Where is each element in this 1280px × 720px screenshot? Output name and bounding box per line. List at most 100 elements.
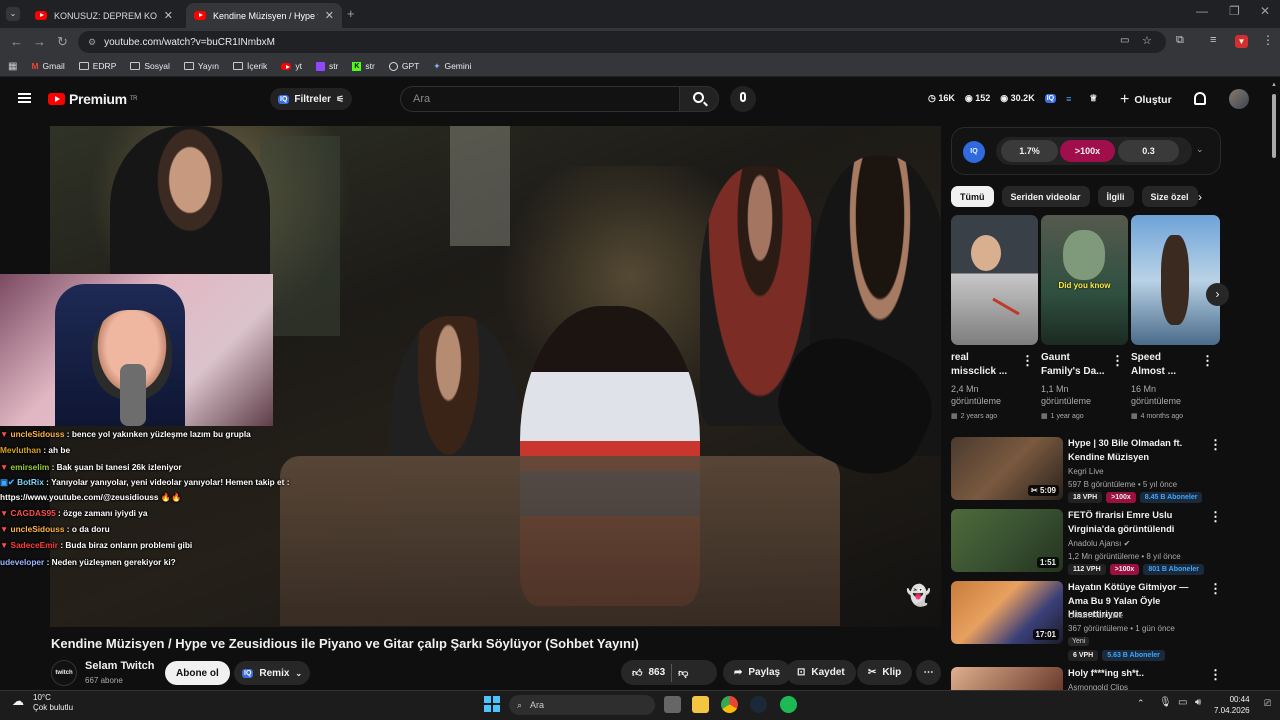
remix-button[interactable]: IQ Remix ⌄ — [234, 661, 311, 685]
menu-hamburger-icon[interactable] — [18, 93, 31, 103]
short-menu-icon[interactable]: ⋮ — [1021, 353, 1034, 369]
bookmark-str-kick[interactable]: Kstr — [352, 61, 375, 71]
forward-icon[interactable]: → — [33, 34, 46, 49]
browser-menu-icon[interactable]: ⋮ — [1262, 33, 1274, 47]
tab-konusuz[interactable]: KONUSUZ: DEPREM KORKUM, İ ✕ — [27, 3, 181, 28]
subscribe-button[interactable]: Abone ol — [165, 661, 230, 685]
filters-button[interactable]: IQ Filtreler ⚟ — [270, 88, 353, 110]
chip-for-you[interactable]: Size özel — [1141, 186, 1198, 207]
steam-icon[interactable] — [750, 696, 767, 713]
reload-icon[interactable]: ↻ — [57, 34, 68, 50]
taskbar-search[interactable]: ⌕ Ara — [509, 695, 655, 715]
channel-name[interactable]: Selam Twitch — [85, 660, 154, 672]
reading-list-icon[interactable]: ≡ — [1210, 34, 1216, 46]
related-video-title[interactable]: Hype | 30 Bile Olmadan ft. Kendine Müzis… — [1068, 437, 1210, 464]
save-button[interactable]: ⊡ Kaydet — [786, 660, 856, 685]
bookmark-star-icon[interactable]: ☆ — [1142, 34, 1152, 47]
tab-search-button[interactable]: ⌄ — [6, 7, 20, 21]
network-icon[interactable]: ▭ — [1178, 697, 1187, 708]
bookmark-yayin[interactable]: Yayın — [183, 61, 219, 71]
scrollbar-thumb[interactable] — [1272, 94, 1276, 158]
close-tab-icon[interactable]: ✕ — [164, 9, 173, 22]
expand-chevron-icon[interactable]: ⌄ — [1196, 144, 1204, 155]
related-video-thumbnail[interactable]: 17:01 — [951, 581, 1063, 644]
short-title[interactable]: Gaunt Family's Da... — [1041, 351, 1105, 379]
weather-icon[interactable]: ☁ — [12, 694, 28, 708]
spotify-icon[interactable] — [780, 696, 797, 713]
tab-kendine-muzisyen[interactable]: Kendine Müzisyen / Hype ve Ze ✕ — [186, 3, 342, 28]
video-menu-icon[interactable]: ⋮ — [1209, 581, 1222, 597]
clock[interactable]: 00:44 7.04.2026 — [1214, 694, 1250, 716]
dislike-button[interactable]: 👎︎ — [678, 667, 688, 679]
tray-overflow-icon[interactable]: ⌃ — [1137, 698, 1145, 709]
related-video-title[interactable]: FETÖ firarisi Emre Uslu Virginia'da görü… — [1068, 509, 1210, 536]
youtube-premium-logo[interactable]: Premium TR — [48, 91, 138, 107]
file-explorer-icon[interactable] — [692, 696, 709, 713]
related-video-channel[interactable]: Orkun Kumkale — [1068, 609, 1123, 622]
chips-next-icon[interactable]: › — [1198, 190, 1202, 204]
bookmark-str-twitch[interactable]: str — [315, 61, 338, 71]
short-thumbnail[interactable] — [1131, 215, 1220, 345]
like-button[interactable]: 👍︎ 863 — [632, 667, 665, 679]
restore-icon[interactable]: ❐ — [1229, 4, 1240, 18]
channel-avatar[interactable]: twitch — [51, 660, 77, 686]
bookmark-gemini[interactable]: ✦ Gemini — [433, 61, 471, 72]
weather-widget[interactable]: 10°C Çok bulutlu — [33, 693, 73, 713]
search-button[interactable] — [679, 86, 719, 112]
chip-related[interactable]: İlgili — [1097, 186, 1134, 207]
cast-icon[interactable]: ▭ — [1120, 35, 1129, 46]
clip-button[interactable]: ✂ Klip — [857, 660, 913, 685]
bookmark-yt[interactable]: yt — [281, 61, 302, 71]
related-video-channel[interactable]: Asmongold Clips — [1068, 681, 1128, 690]
related-video-thumbnail[interactable] — [951, 667, 1063, 690]
create-button[interactable]: + Oluştur — [1120, 91, 1172, 109]
more-actions-button[interactable]: ⋯ — [916, 660, 941, 685]
related-video-channel[interactable]: Anadolu Ajansı ✔ — [1068, 537, 1130, 550]
bookmark-sosyal[interactable]: Sosyal — [130, 61, 170, 71]
close-tab-icon[interactable]: ✕ — [325, 9, 334, 22]
close-window-icon[interactable]: ✕ — [1260, 4, 1270, 18]
new-tab-icon[interactable]: + — [347, 6, 355, 21]
notification-center-icon[interactable]: ⎚ — [1264, 698, 1271, 709]
voice-search-button[interactable] — [730, 86, 756, 112]
bookmark-gpt[interactable]: GPT — [388, 61, 419, 71]
short-title[interactable]: real missclick ... — [951, 351, 1015, 379]
short-title[interactable]: Speed Almost ... — [1131, 351, 1195, 379]
notifications-bell-icon[interactable] — [1194, 92, 1206, 105]
shorts-next-button[interactable]: › — [1206, 283, 1229, 306]
chip-all[interactable]: Tümü — [951, 186, 994, 207]
iq-stats-bar[interactable]: ◷ 16K ◉ 152 ◉ 30.2K IQ ≡ ♕ — [928, 93, 1097, 104]
related-video-title[interactable]: Holy f***ing sh*t.. — [1068, 667, 1210, 681]
extensions-icon[interactable]: ⧉ — [1176, 34, 1184, 47]
bookmark-edrp[interactable]: EDRP — [78, 61, 116, 71]
scroll-up-icon[interactable]: ▲ — [1271, 82, 1277, 88]
search-input[interactable]: Ara — [400, 86, 680, 112]
page-scrollbar[interactable] — [1271, 80, 1277, 690]
video-menu-icon[interactable]: ⋮ — [1209, 437, 1222, 453]
related-video-thumbnail[interactable]: ✂ 5:09 — [951, 437, 1063, 500]
short-menu-icon[interactable]: ⋮ — [1201, 353, 1214, 369]
account-avatar[interactable] — [1229, 89, 1249, 109]
video-menu-icon[interactable]: ⋮ — [1209, 509, 1222, 525]
task-view-icon[interactable] — [664, 696, 681, 713]
chip-series[interactable]: Seriden videolar — [1001, 186, 1090, 207]
apps-grid-icon[interactable]: ▦ — [8, 61, 17, 72]
volume-icon[interactable]: 🔊︎ — [1195, 697, 1201, 708]
windows-start-icon[interactable] — [484, 696, 500, 712]
related-video-thumbnail[interactable]: 1:51 — [951, 509, 1063, 572]
related-video-channel[interactable]: Kegri Live — [1068, 465, 1104, 478]
chrome-icon[interactable] — [721, 696, 738, 713]
extension-shield-icon[interactable]: ▼ — [1235, 35, 1248, 48]
bookmark-icerik[interactable]: İçerik — [233, 61, 267, 71]
short-menu-icon[interactable]: ⋮ — [1111, 353, 1124, 369]
tray-mic-icon[interactable]: 🎙︎ — [1159, 697, 1172, 708]
site-info-icon[interactable]: ⚙ — [88, 37, 96, 48]
back-icon[interactable]: ← — [10, 34, 23, 49]
bookmark-gmail[interactable]: M Gmail — [31, 61, 64, 71]
address-bar[interactable]: ⚙ youtube.com/watch?v=buCR1INmbxM — [78, 31, 1166, 53]
share-button[interactable]: ➦ Paylaş — [723, 660, 792, 685]
minimize-icon[interactable]: — — [1196, 4, 1208, 18]
short-thumbnail[interactable]: Did you know — [1041, 215, 1128, 345]
video-menu-icon[interactable]: ⋮ — [1209, 667, 1222, 683]
short-thumbnail[interactable] — [951, 215, 1038, 345]
